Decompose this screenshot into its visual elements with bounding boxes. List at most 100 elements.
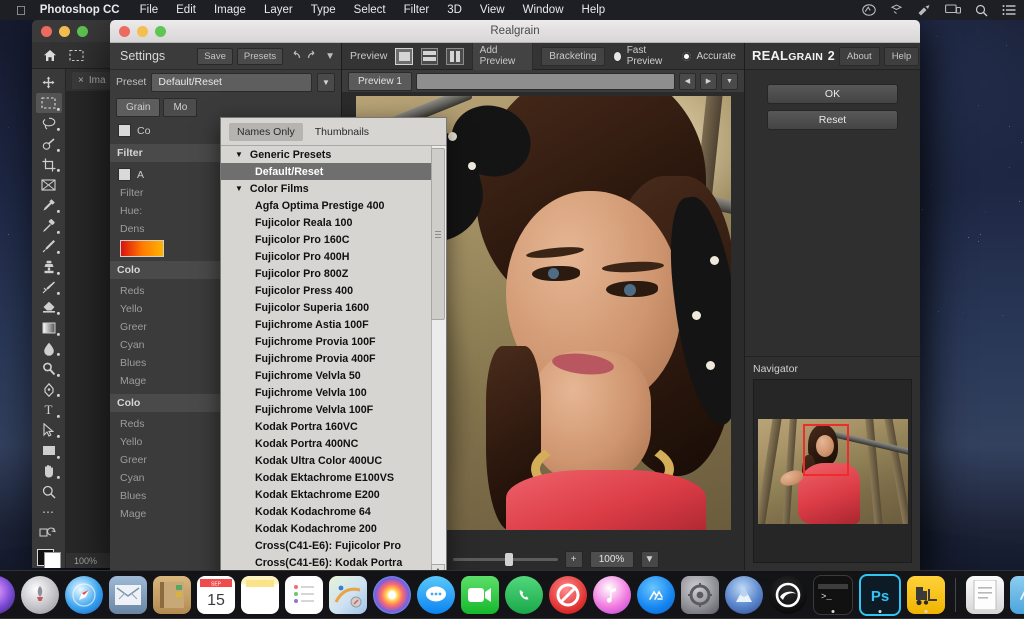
plugin-titlebar[interactable]: Realgrain (110, 20, 920, 43)
single-pane-view-icon[interactable] (395, 48, 412, 65)
healing-brush-tool[interactable] (36, 216, 62, 235)
horizontal-split-view-icon[interactable] (421, 48, 438, 65)
save-button[interactable]: Save (197, 48, 233, 65)
menu-edit[interactable]: Edit (176, 4, 196, 16)
gradient-tool[interactable] (36, 318, 62, 337)
dock-item-cleanmymac[interactable] (725, 576, 763, 614)
accurate-radio[interactable]: Accurate (681, 51, 736, 62)
preview-tab-menu-chevron-down-icon[interactable]: ▼ (721, 73, 738, 90)
menu-filter[interactable]: Filter (404, 4, 430, 16)
zoom-slider-handle[interactable] (505, 553, 513, 566)
lasso-tool[interactable] (36, 114, 62, 133)
preset-list-item[interactable]: Kodak Portra 160VC (221, 418, 446, 435)
accurate-radio-dot[interactable] (681, 51, 692, 62)
presets-button[interactable]: Presets (237, 48, 283, 65)
menu-window[interactable]: Window (523, 4, 564, 16)
preset-list-item[interactable]: Fujicolor Superia 1600 (221, 299, 446, 316)
eyedropper-tool[interactable] (36, 196, 62, 215)
dodge-tool[interactable] (36, 359, 62, 378)
preset-list-item[interactable]: Fujichrome Provia 100F (221, 333, 446, 350)
names-only-toggle[interactable]: Names Only (229, 123, 303, 141)
pen-tool[interactable] (36, 380, 62, 399)
menubar-app-name[interactable]: Photoshop CC (40, 4, 120, 16)
dropbox-icon[interactable] (890, 4, 903, 16)
dock-item-itunes[interactable] (593, 576, 631, 614)
dropdown-scroll-thumb[interactable] (431, 148, 445, 320)
add-preview-button[interactable]: Add Preview (472, 41, 534, 71)
eraser-tool[interactable] (36, 298, 62, 317)
preset-group-header[interactable]: ▼ Color Films (221, 180, 446, 197)
type-tool[interactable]: T (36, 400, 62, 419)
dock-item-calendar[interactable]: SEP 15 (197, 576, 235, 614)
control-center-icon[interactable] (1002, 4, 1016, 16)
bracketing-button[interactable]: Bracketing (541, 47, 604, 66)
maximize-button[interactable] (77, 26, 88, 37)
rectangle-tool[interactable] (36, 441, 62, 460)
dock-item-reminders[interactable] (285, 576, 323, 614)
dock-item-applications-folder[interactable] (1010, 576, 1024, 614)
crop-tool[interactable] (36, 155, 62, 174)
dock-item-app-store[interactable] (637, 576, 675, 614)
dock-item-documents-stack[interactable] (966, 576, 1004, 614)
preset-list-item[interactable]: Fujichrome Velvla 100F (221, 401, 446, 418)
rectangular-marquee-options-icon[interactable] (66, 45, 86, 65)
ok-button[interactable]: OK (767, 84, 898, 104)
filter-color-swatch[interactable] (120, 240, 164, 257)
spotlight-search-icon[interactable] (975, 4, 988, 17)
quick-mask-icon[interactable] (36, 523, 62, 542)
tab-grain[interactable]: Grain (116, 98, 160, 117)
help-button[interactable]: Help (884, 47, 920, 66)
dock-item-system-preferences[interactable] (681, 576, 719, 614)
preset-list-item[interactable]: Fujichrome Velvla 100 (221, 384, 446, 401)
rectangular-marquee-tool[interactable] (36, 93, 62, 112)
close-icon[interactable]: × (78, 75, 84, 86)
preset-list-item[interactable]: Cross(C41-E6): Fujicolor Pro (221, 537, 446, 554)
preset-list-item[interactable]: Kodak Ektachrome E200 (221, 486, 446, 503)
settings-menu-chevron-down-icon[interactable]: ▼ (325, 51, 335, 62)
dock-item-edge[interactable] (769, 576, 807, 614)
dock-item-forklift[interactable] (907, 576, 945, 614)
zoom-in-button[interactable]: + (565, 551, 583, 568)
preview-tab-1[interactable]: Preview 1 (348, 72, 412, 91)
preset-list-item[interactable]: Fujicolor Press 400 (221, 282, 446, 299)
menu-view[interactable]: View (480, 4, 505, 16)
tab-mo[interactable]: Mo (163, 98, 197, 117)
more-tools-icon[interactable]: ⋯ (36, 503, 62, 522)
dock-item-messages[interactable] (417, 576, 455, 614)
preset-chevron-down-icon[interactable]: ▼ (317, 73, 335, 92)
preset-list-item[interactable]: Fujichrome Provia 400F (221, 350, 446, 367)
dock-item-whatsapp[interactable] (505, 576, 543, 614)
preset-list-item[interactable]: Fujichrome Astia 100F (221, 316, 446, 333)
clone-stamp-tool[interactable] (36, 257, 62, 276)
cleanmymac-icon[interactable] (917, 4, 931, 16)
dock-item-contacts[interactable] (153, 576, 191, 614)
preset-list-item[interactable]: Fujichrome Velvla 50 (221, 367, 446, 384)
auto-checkbox[interactable] (118, 168, 131, 181)
vertical-split-view-icon[interactable] (446, 48, 463, 65)
menu-3d[interactable]: 3D (447, 4, 462, 16)
document-tab[interactable]: × Ima (72, 72, 116, 89)
home-icon[interactable] (40, 45, 60, 65)
menu-type[interactable]: Type (311, 4, 336, 16)
dock-item-facetime[interactable] (461, 576, 499, 614)
dock-item-safari[interactable] (65, 576, 103, 614)
dock-item-mail[interactable] (109, 576, 147, 614)
zoom-preset-chevron-down-icon[interactable]: ▼ (641, 551, 659, 568)
preset-list-item[interactable]: Fujicolor Pro 800Z (221, 265, 446, 282)
dock-item-siri[interactable] (0, 576, 15, 614)
zoom-tool[interactable] (36, 482, 62, 501)
preset-list-item[interactable]: Kodak Kodachrome 64 (221, 503, 446, 520)
redo-icon[interactable] (307, 50, 319, 63)
preset-list-item[interactable]: Cross(C41-E6): Kodak Portra (221, 554, 446, 570)
minimize-button[interactable] (59, 26, 70, 37)
zoom-slider[interactable] (453, 558, 558, 561)
dock-item-adblock[interactable] (549, 576, 587, 614)
preset-list-item[interactable]: Kodak Ultra Color 400UC (221, 452, 446, 469)
foreground-background-color-swatch[interactable] (37, 549, 61, 568)
apple-logo-icon[interactable]:  (16, 4, 26, 17)
preset-group-header[interactable]: ▼ Generic Presets (221, 146, 446, 163)
dock-item-photos[interactable] (373, 576, 411, 614)
dock-item-maps[interactable] (329, 576, 367, 614)
navigator-viewport-rect[interactable] (803, 424, 849, 476)
history-brush-tool[interactable] (36, 278, 62, 297)
